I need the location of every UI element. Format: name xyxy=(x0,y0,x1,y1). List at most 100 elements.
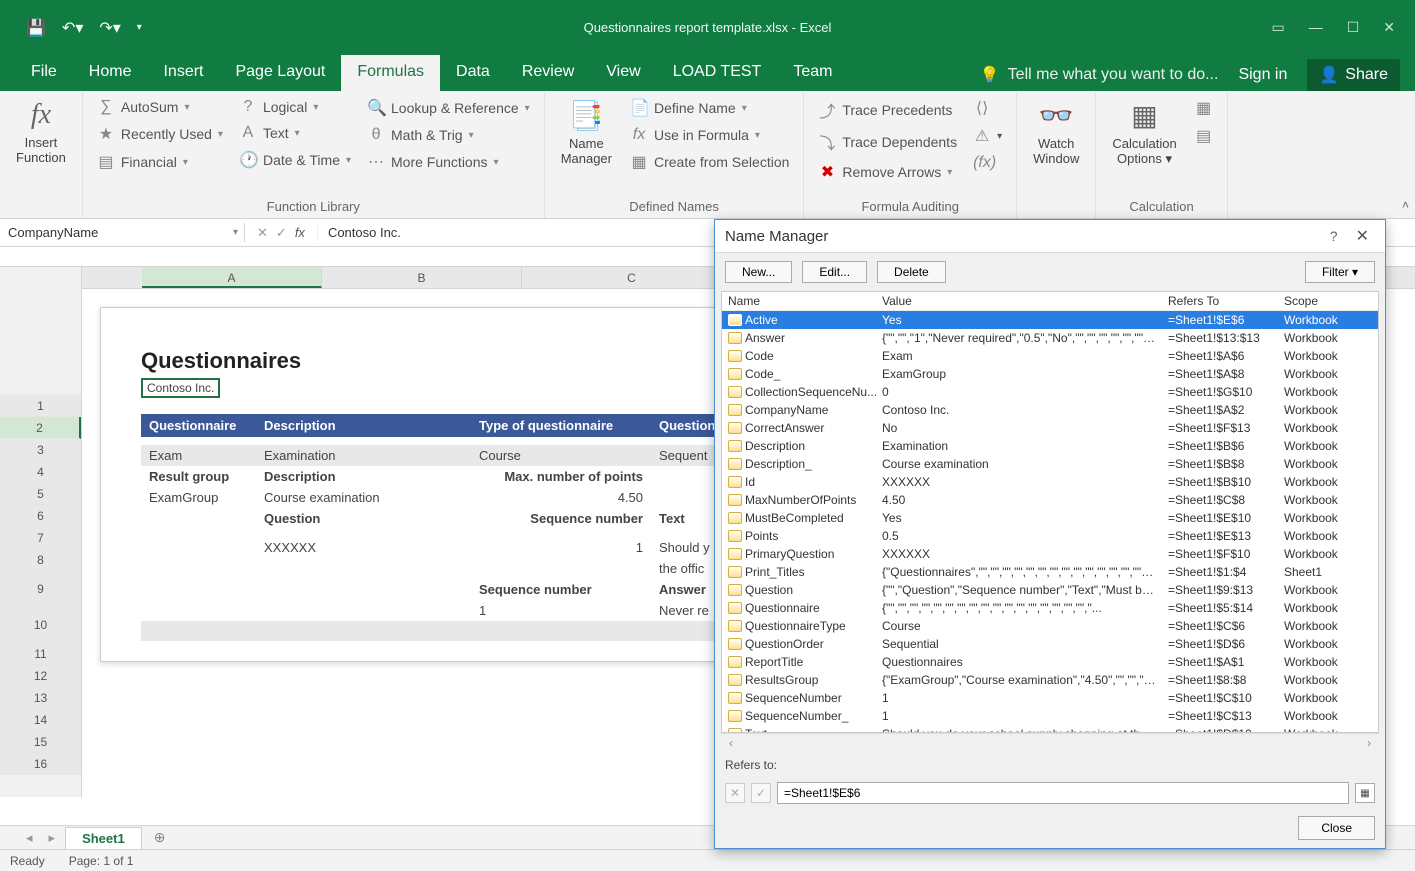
ribbon-display-icon[interactable]: ▭ xyxy=(1271,19,1284,36)
financial-button[interactable]: ▤Financial xyxy=(91,149,229,175)
calculation-options-button[interactable]: ▦ Calculation Options ▾ xyxy=(1104,95,1184,171)
name-box-dropdown-icon[interactable]: ▾ xyxy=(233,227,238,238)
name-row[interactable]: ResultsGroup{"ExamGroup","Course examina… xyxy=(722,671,1378,689)
dialog-hscroll[interactable]: ‹› xyxy=(721,733,1379,752)
tab-insert[interactable]: Insert xyxy=(147,55,219,91)
selected-cell[interactable]: Contoso Inc. xyxy=(141,378,220,398)
name-manager-button[interactable]: 📑 Name Manager xyxy=(553,95,620,175)
row-header[interactable]: 7 xyxy=(0,527,81,549)
row-header[interactable]: 6 xyxy=(0,505,81,527)
refers-cancel-icon[interactable]: ✕ xyxy=(725,783,745,803)
dialog-close-icon[interactable]: ✕ xyxy=(1350,226,1375,246)
edit-button[interactable]: Edit... xyxy=(802,261,867,283)
name-row[interactable]: MustBeCompletedYes=Sheet1!$E$10Workbook xyxy=(722,509,1378,527)
row-header[interactable]: 8 xyxy=(0,549,81,571)
evaluate-formula-button[interactable]: (fx) xyxy=(967,151,1008,175)
more-functions-button[interactable]: ⋯More Functions xyxy=(361,149,536,175)
row-header[interactable]: 14 xyxy=(0,709,81,731)
tab-home[interactable]: Home xyxy=(73,55,148,91)
recently-used-button[interactable]: ★Recently Used xyxy=(91,121,229,147)
minimize-icon[interactable]: — xyxy=(1309,19,1323,36)
name-row[interactable]: MaxNumberOfPoints4.50=Sheet1!$C$8Workboo… xyxy=(722,491,1378,509)
autosum-button[interactable]: ∑AutoSum xyxy=(91,95,229,119)
col-header-a[interactable]: A xyxy=(142,267,322,288)
col-header-c[interactable]: C xyxy=(522,267,742,288)
close-button[interactable]: Close xyxy=(1298,816,1375,840)
cancel-formula-icon[interactable]: ✕ xyxy=(257,225,268,241)
calc-sheet-button[interactable]: ▤ xyxy=(1189,123,1219,149)
define-name-button[interactable]: 📄Define Name xyxy=(624,95,795,121)
row-header[interactable]: 9 xyxy=(0,571,81,607)
name-row[interactable]: TextShould you do your school supply sho… xyxy=(722,725,1378,733)
new-button[interactable]: New... xyxy=(725,261,792,283)
tab-team[interactable]: Team xyxy=(777,55,848,91)
range-picker-icon[interactable]: ▦ xyxy=(1355,783,1375,803)
use-in-formula-button[interactable]: fxUse in Formula xyxy=(624,123,795,147)
delete-button[interactable]: Delete xyxy=(877,261,946,283)
tell-me-search[interactable]: 💡 Tell me what you want to do... xyxy=(980,65,1219,85)
row-header[interactable]: 15 xyxy=(0,731,81,753)
name-row[interactable]: QuestionnaireTypeCourse=Sheet1!$C$6Workb… xyxy=(722,617,1378,635)
name-row[interactable]: CodeExam=Sheet1!$A$6Workbook xyxy=(722,347,1378,365)
name-row[interactable]: SequenceNumber1=Sheet1!$C$10Workbook xyxy=(722,689,1378,707)
col-header-b[interactable]: B xyxy=(322,267,522,288)
save-icon[interactable]: 💾 xyxy=(26,18,46,38)
name-row[interactable]: IdXXXXXX=Sheet1!$B$10Workbook xyxy=(722,473,1378,491)
dialog-titlebar[interactable]: Name Manager ? ✕ xyxy=(715,220,1385,253)
trace-dependents-button[interactable]: ⤵Trace Dependents xyxy=(812,127,963,157)
logical-button[interactable]: ?Logical xyxy=(233,95,357,119)
calc-now-button[interactable]: ▦ xyxy=(1189,95,1219,121)
name-row[interactable]: QuestionOrderSequential=Sheet1!$D$6Workb… xyxy=(722,635,1378,653)
refers-to-input[interactable] xyxy=(777,782,1349,804)
filter-button[interactable]: Filter ▾ xyxy=(1305,261,1375,283)
lookup-button[interactable]: 🔍Lookup & Reference xyxy=(361,95,536,121)
undo-icon[interactable]: ↶▾ xyxy=(62,18,83,38)
insert-function-button[interactable]: fx Insert Function xyxy=(8,95,74,169)
tab-review[interactable]: Review xyxy=(506,55,590,91)
name-row[interactable]: CompanyNameContoso Inc.=Sheet1!$A$2Workb… xyxy=(722,401,1378,419)
accept-formula-icon[interactable]: ✓ xyxy=(276,225,287,241)
fx-bar-icon[interactable]: fx xyxy=(295,225,305,240)
date-time-button[interactable]: 🕐Date & Time xyxy=(233,147,357,173)
row-header[interactable]: 10 xyxy=(0,607,81,643)
watch-window-button[interactable]: 👓 Watch Window xyxy=(1025,95,1087,170)
name-row[interactable]: Points0.5=Sheet1!$E$13Workbook xyxy=(722,527,1378,545)
share-button[interactable]: 👤 Share xyxy=(1307,59,1400,91)
name-row[interactable]: ActiveYes=Sheet1!$E$6Workbook xyxy=(722,311,1378,329)
redo-icon[interactable]: ↷▾ xyxy=(99,18,120,38)
row-header[interactable]: 16 xyxy=(0,753,81,775)
refers-accept-icon[interactable]: ✓ xyxy=(751,783,771,803)
math-button[interactable]: θMath & Trig xyxy=(361,123,536,147)
error-check-button[interactable]: ⚠▾ xyxy=(967,123,1008,149)
prev-sheet-icon[interactable]: ◂ xyxy=(20,830,39,846)
tab-page-layout[interactable]: Page Layout xyxy=(219,55,341,91)
collapse-ribbon-icon[interactable]: ˄ xyxy=(1402,198,1409,212)
name-row[interactable]: Questionnaire{"","","","","","","","",""… xyxy=(722,599,1378,617)
tab-load-test[interactable]: LOAD TEST xyxy=(657,55,778,91)
tab-view[interactable]: View xyxy=(590,55,656,91)
name-row[interactable]: DescriptionExamination=Sheet1!$B$6Workbo… xyxy=(722,437,1378,455)
tab-formulas[interactable]: Formulas xyxy=(341,55,440,91)
create-from-selection-button[interactable]: ▦Create from Selection xyxy=(624,149,795,175)
row-header[interactable]: 12 xyxy=(0,665,81,687)
dialog-help-icon[interactable]: ? xyxy=(1318,228,1350,244)
sheet-tab-sheet1[interactable]: Sheet1 xyxy=(65,827,142,849)
trace-precedents-button[interactable]: ⤴Trace Precedents xyxy=(812,95,963,125)
row-header[interactable]: 5 xyxy=(0,483,81,505)
row-header[interactable]: 11 xyxy=(0,643,81,665)
sign-in-link[interactable]: Sign in xyxy=(1238,66,1287,84)
add-sheet-icon[interactable]: ⊕ xyxy=(146,829,174,846)
name-row[interactable]: Answer{"","","1","Never required","0.5",… xyxy=(722,329,1378,347)
show-formulas-button[interactable]: ⟨⟩ xyxy=(967,95,1008,121)
name-box[interactable]: CompanyName ▾ xyxy=(0,223,245,242)
maximize-icon[interactable]: ☐ xyxy=(1347,19,1360,36)
name-row[interactable]: Description_Course examination=Sheet1!$B… xyxy=(722,455,1378,473)
row-header[interactable]: 4 xyxy=(0,461,81,483)
name-row[interactable]: CollectionSequenceNu...0=Sheet1!$G$10Wor… xyxy=(722,383,1378,401)
row-header[interactable]: 1 xyxy=(0,395,81,417)
name-row[interactable]: Code_ExamGroup=Sheet1!$A$8Workbook xyxy=(722,365,1378,383)
qat-dropdown-icon[interactable]: ▾ xyxy=(137,22,142,33)
row-header[interactable]: 13 xyxy=(0,687,81,709)
next-sheet-icon[interactable]: ▸ xyxy=(43,830,62,846)
name-row[interactable]: PrimaryQuestionXXXXXX=Sheet1!$F$10Workbo… xyxy=(722,545,1378,563)
